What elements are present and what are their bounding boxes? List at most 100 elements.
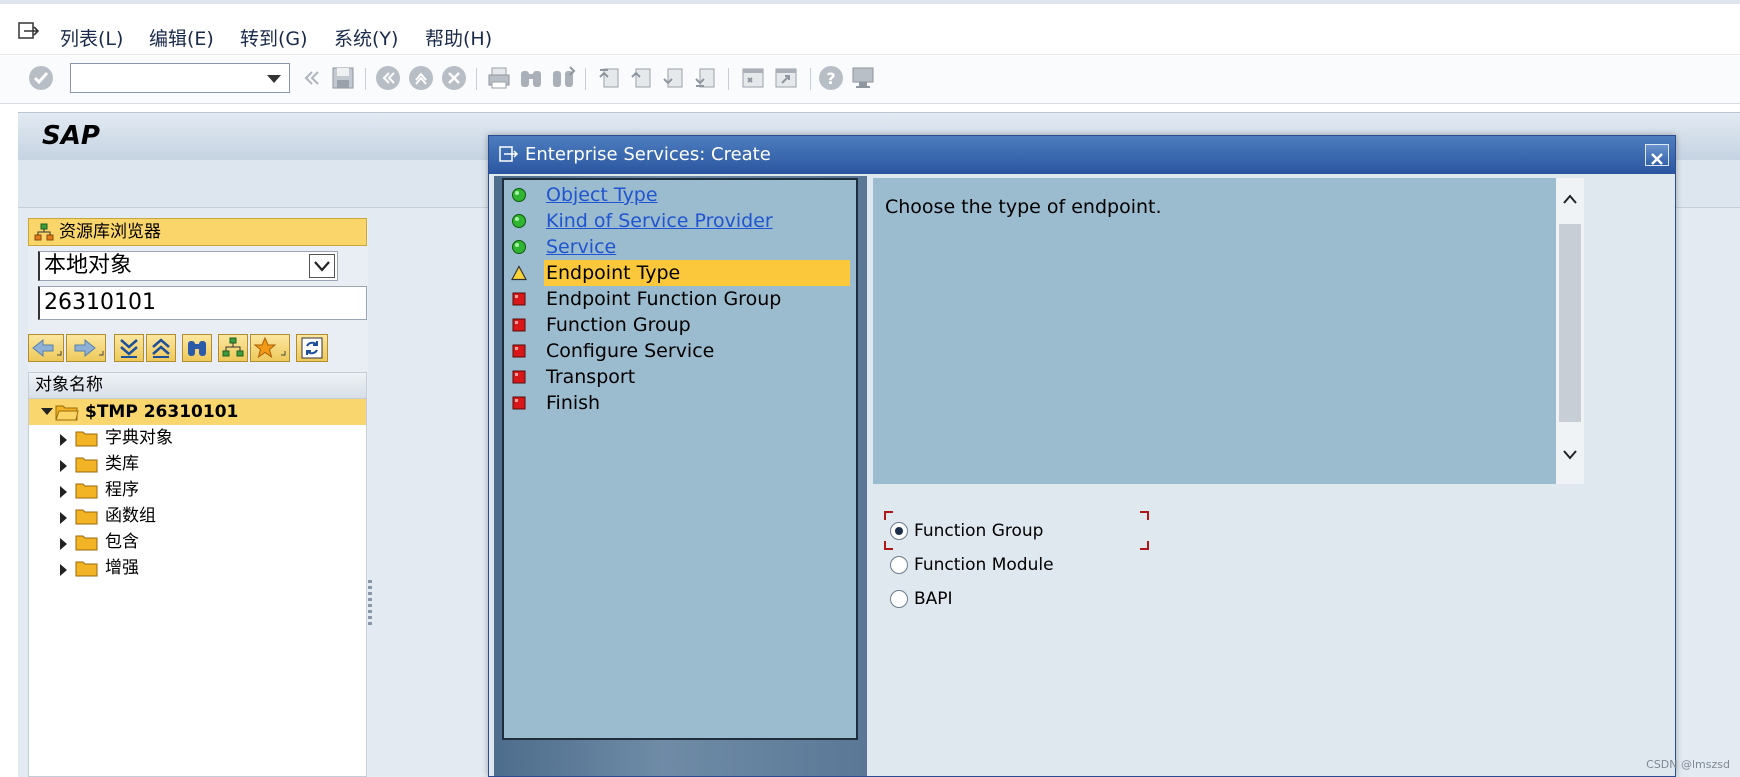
find-button[interactable]	[182, 334, 212, 362]
wizard-step-function-group[interactable]: Function Group	[504, 312, 856, 338]
tree-node[interactable]: 函数组	[29, 503, 366, 529]
print-icon[interactable]	[486, 65, 512, 91]
refresh-icon	[301, 337, 323, 359]
tree-node[interactable]: 字典对象	[29, 425, 366, 451]
repository-browser-header[interactable]: 资源库浏览器	[28, 218, 367, 246]
wizard-step-configure-service[interactable]: Configure Service	[504, 338, 856, 364]
radio-button[interactable]	[890, 590, 908, 608]
wizard-step-object-type[interactable]: Object Type	[504, 182, 856, 208]
caret-right-icon[interactable]	[60, 538, 67, 550]
tree-column-header: 对象名称	[29, 373, 366, 399]
radio-button[interactable]	[890, 556, 908, 574]
previous-page-icon[interactable]	[628, 65, 654, 91]
favorites-button[interactable]	[250, 334, 290, 362]
folder-icon	[75, 431, 98, 447]
tree-node-label: $TMP 26310101	[85, 402, 239, 422]
caret-right-icon[interactable]	[60, 486, 67, 498]
wizard-step-service[interactable]: Service	[504, 234, 856, 260]
menu-bar: 列表(L) 编辑(E) 转到(G) 系统(Y) 帮助(H)	[0, 0, 1740, 55]
wizard-step-label: Endpoint Function Group	[546, 288, 782, 310]
forward-button[interactable]	[66, 334, 106, 362]
menu-system[interactable]: 系统(Y)	[334, 24, 398, 51]
command-field[interactable]	[70, 63, 290, 93]
binoculars-icon	[188, 341, 206, 356]
menu-help[interactable]: 帮助(H)	[425, 24, 492, 51]
chevron-down-icon[interactable]	[1562, 446, 1578, 462]
toolbar-separator	[810, 68, 811, 90]
create-session-icon[interactable]	[740, 65, 766, 91]
option-label: Function Module	[914, 555, 1054, 575]
tree-node-label: 包含	[105, 532, 139, 552]
tree-node[interactable]: 类库	[29, 451, 366, 477]
expand-icon	[120, 339, 138, 358]
splitter-handle[interactable]	[368, 580, 372, 625]
system-menu-icon[interactable]	[18, 22, 40, 40]
arrow-left-icon	[32, 338, 62, 358]
wizard-step-finish[interactable]: Finish	[504, 390, 856, 416]
tree-node-label: 字典对象	[105, 428, 173, 448]
help-icon[interactable]: ?	[818, 65, 844, 91]
first-page-icon[interactable]	[596, 65, 622, 91]
description-scrollbar[interactable]	[1556, 178, 1584, 484]
focus-frame-corner	[1140, 541, 1149, 550]
wizard-step-label: Kind of Service Provider	[546, 210, 773, 232]
dropdown-button[interactable]	[309, 254, 335, 278]
object-name-input[interactable]: 26310101	[38, 286, 367, 320]
tree-node[interactable]: 包含	[29, 529, 366, 555]
double-chevron-left-icon[interactable]	[298, 65, 324, 91]
close-button[interactable]	[1645, 144, 1669, 166]
tree-node[interactable]: 程序	[29, 477, 366, 503]
object-type-select[interactable]: 本地对象	[38, 251, 338, 281]
refresh-button[interactable]	[296, 334, 328, 362]
scrollbar-thumb[interactable]	[1559, 224, 1581, 422]
find-icon[interactable]	[518, 65, 544, 91]
layout-menu-icon[interactable]	[850, 65, 876, 91]
status-red-icon	[512, 344, 526, 358]
radio-button[interactable]	[890, 522, 908, 540]
toolbar-separator	[585, 68, 586, 90]
status-red-icon	[512, 396, 526, 410]
collapse-all-button[interactable]	[146, 334, 176, 362]
step-description-text: Choose the type of endpoint.	[885, 196, 1162, 218]
menu-edit[interactable]: 编辑(E)	[149, 24, 214, 51]
caret-right-icon[interactable]	[60, 460, 67, 472]
save-icon[interactable]	[330, 65, 356, 91]
watermark: CSDN @lmszsd	[1646, 758, 1730, 771]
wizard-step-label: Finish	[546, 392, 601, 414]
status-green-icon	[512, 240, 526, 254]
cancel-icon[interactable]	[441, 65, 467, 91]
tree-node-root[interactable]: $TMP 26310101	[29, 399, 366, 425]
menu-list[interactable]: 列表(L)	[60, 24, 123, 51]
enter-check-icon[interactable]	[28, 65, 54, 91]
find-next-icon[interactable]	[550, 65, 576, 91]
folder-icon	[75, 561, 98, 577]
wizard-step-transport[interactable]: Transport	[504, 364, 856, 390]
exit-icon[interactable]	[408, 65, 434, 91]
back-icon[interactable]	[375, 65, 401, 91]
screen-title: SAP	[42, 121, 100, 151]
dialog-title-bar[interactable]: Enterprise Services: Create	[489, 136, 1675, 174]
hierarchy-button[interactable]	[218, 334, 248, 362]
caret-down-icon[interactable]	[41, 408, 53, 415]
menu-goto[interactable]: 转到(G)	[240, 24, 308, 51]
folder-icon	[75, 509, 98, 525]
expand-all-button[interactable]	[114, 334, 144, 362]
wizard-step-endpoint-type[interactable]: Endpoint Type	[504, 260, 856, 286]
caret-right-icon[interactable]	[60, 564, 67, 576]
status-red-icon	[512, 292, 526, 306]
chevron-down-icon[interactable]	[267, 75, 281, 83]
caret-right-icon[interactable]	[60, 434, 67, 446]
chevron-up-icon[interactable]	[1562, 192, 1578, 208]
wizard-step-endpoint-function-group[interactable]: Endpoint Function Group	[504, 286, 856, 312]
back-button[interactable]	[28, 334, 64, 362]
hierarchy-icon	[222, 337, 244, 357]
chevron-down-icon	[314, 261, 330, 272]
tree-node[interactable]: 增强	[29, 555, 366, 581]
wizard-step-kind-of-service-provider[interactable]: Kind of Service Provider	[504, 208, 856, 234]
generate-shortcut-icon[interactable]	[773, 65, 799, 91]
wizard-step-label: Transport	[546, 366, 636, 388]
caret-right-icon[interactable]	[60, 512, 67, 524]
next-page-icon[interactable]	[660, 65, 686, 91]
wizard-steps: Object Type Kind of Service Provider Ser…	[502, 178, 858, 740]
last-page-icon[interactable]	[692, 65, 718, 91]
